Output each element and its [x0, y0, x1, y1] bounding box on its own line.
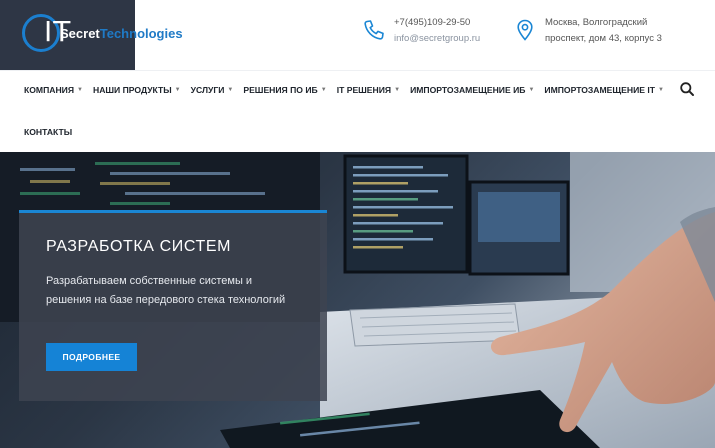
nav-item-products[interactable]: НАШИ ПРОДУКТЫ ▼ — [93, 85, 181, 95]
phone-contact: +7(495)109-29-50 info@secretgroup.ru — [362, 15, 502, 47]
nav-item-import-substitution-security[interactable]: ИМПОРТОЗАМЕЩЕНИЕ ИБ ▼ — [410, 85, 534, 95]
nav-item-label: ИМПОРТОЗАМЕЩЕНИЕ IT — [544, 85, 656, 95]
logo-wordmark: SecretTechnologies — [60, 26, 183, 41]
hero-title: РАЗРАБОТКА СИСТЕМ — [46, 238, 232, 255]
chevron-down-icon: ▼ — [174, 87, 181, 93]
nav-row-secondary: КОНТАКТЫ — [24, 125, 82, 139]
chevron-down-icon: ▼ — [227, 87, 234, 93]
address-contact: Москва, Волгоградский проспект, дом 43, … — [513, 15, 713, 47]
nav-item-security-solutions[interactable]: РЕШЕНИЯ ПО ИБ ▼ — [243, 85, 326, 95]
nav-item-label: УСЛУГИ — [190, 85, 225, 95]
nav-item-label: IT РЕШЕНИЯ — [336, 85, 392, 95]
hero-description: Разрабатываем собственные системы и реше… — [46, 275, 286, 306]
logo-wordmark-part2: Technologies — [99, 26, 183, 41]
phone-icon — [364, 20, 384, 40]
nav-item-import-substitution-it[interactable]: ИМПОРТОЗАМЕЩЕНИЕ IT ▼ — [544, 85, 664, 95]
address-line-2: проспект, дом 43, корпус 3 — [545, 33, 662, 44]
nav-item-it-solutions[interactable]: IT РЕШЕНИЯ ▼ — [337, 85, 400, 95]
more-details-button[interactable]: ПОДРОБНЕЕ — [46, 343, 137, 371]
main-navigation: КОМПАНИЯ ▼ НАШИ ПРОДУКТЫ ▼ УСЛУГИ ▼ РЕШЕНИЯ… — [0, 70, 715, 152]
site-header: IT SecretTechnologies +7(495)109-29-50 i… — [0, 0, 715, 70]
nav-item-label: КОНТАКТЫ — [24, 127, 73, 137]
address-line-1: Москва, Волгоградский — [545, 17, 648, 28]
nav-item-label: НАШИ ПРОДУКТЫ — [92, 85, 172, 95]
email-link[interactable]: info@secretgroup.ru — [394, 31, 480, 47]
nav-item-label: РЕШЕНИЯ ПО ИБ — [243, 85, 318, 95]
chevron-down-icon: ▼ — [528, 87, 535, 93]
chevron-down-icon: ▼ — [320, 87, 327, 93]
hero-slide-card: РАЗРАБОТКА СИСТЕМ Разрабатываем собствен… — [19, 210, 327, 401]
logo-wordmark-part1: Secret — [60, 26, 100, 41]
hero-banner: РАЗРАБОТКА СИСТЕМ Разрабатываем собствен… — [0, 152, 715, 448]
nav-row-primary: КОМПАНИЯ ▼ НАШИ ПРОДУКТЫ ▼ УСЛУГИ ▼ РЕШЕНИЯ… — [24, 83, 674, 97]
logo[interactable]: IT SecretTechnologies — [0, 0, 183, 70]
chevron-down-icon: ▼ — [658, 87, 664, 93]
map-pin-icon — [517, 19, 533, 41]
nav-item-label: ИМПОРТОЗАМЕЩЕНИЕ ИБ — [410, 85, 526, 95]
chevron-down-icon: ▼ — [77, 87, 83, 93]
chevron-down-icon: ▼ — [394, 87, 401, 93]
phone-number[interactable]: +7(495)109-29-50 — [394, 15, 480, 31]
nav-item-contacts[interactable]: КОНТАКТЫ — [24, 127, 72, 137]
nav-item-label: КОМПАНИЯ — [24, 85, 75, 95]
nav-item-services[interactable]: УСЛУГИ ▼ — [191, 85, 234, 95]
search-icon[interactable] — [679, 81, 695, 97]
nav-item-company[interactable]: КОМПАНИЯ ▼ — [24, 85, 83, 95]
